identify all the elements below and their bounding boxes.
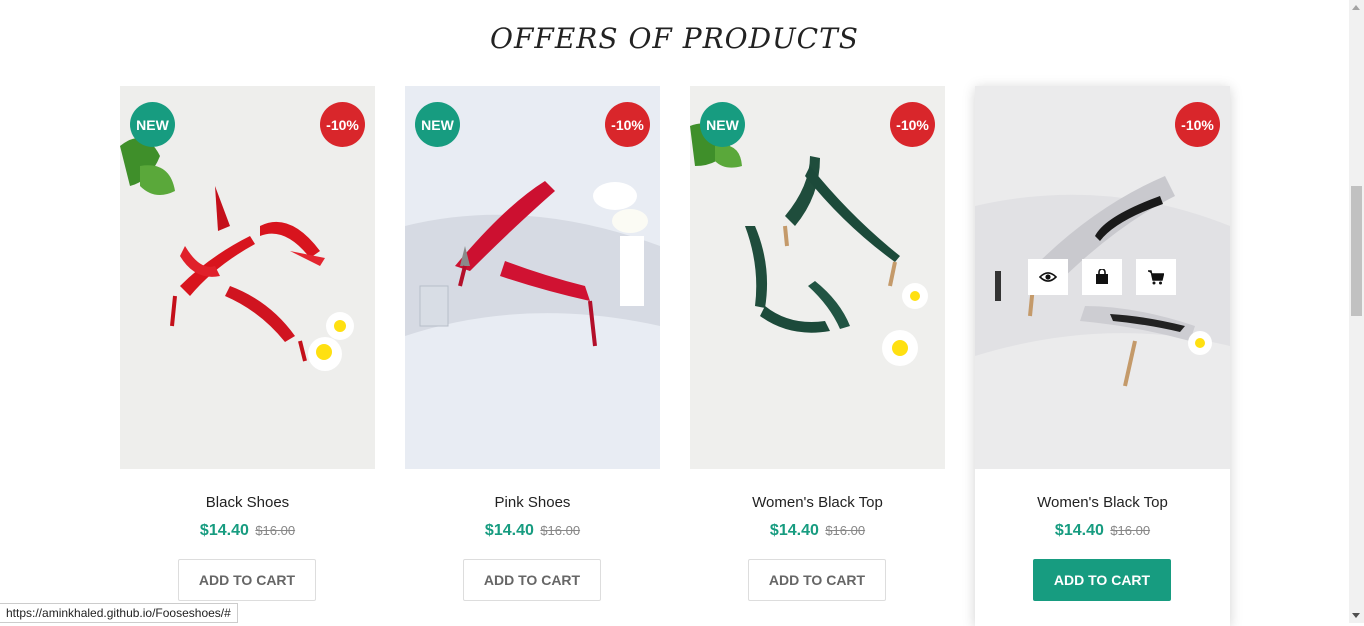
old-price: $16.00 <box>255 523 296 538</box>
discount-badge: -10% <box>890 102 935 147</box>
product-name[interactable]: Black Shoes <box>120 494 375 511</box>
cart-icon <box>1148 269 1164 285</box>
add-to-cart-button[interactable]: ADD TO CART <box>463 559 601 601</box>
product-image[interactable]: -10% <box>975 86 1230 469</box>
price-row: $14.40 $16.00 <box>120 522 375 540</box>
eye-icon <box>1039 271 1057 283</box>
new-badge: NEW <box>415 102 460 147</box>
product-price: $14.40 <box>769 522 819 539</box>
product-image[interactable]: NEW -10% <box>405 86 660 469</box>
hover-actions <box>1028 259 1176 295</box>
old-price: $16.00 <box>1110 523 1151 538</box>
cart-button[interactable] <box>1136 259 1176 295</box>
add-to-cart-button[interactable]: ADD TO CART <box>748 559 886 601</box>
scroll-down-arrow-icon[interactable] <box>1352 613 1360 618</box>
discount-badge: -10% <box>1175 102 1220 147</box>
product-name[interactable]: Women's Black Top <box>975 494 1230 511</box>
discount-badge: -10% <box>605 102 650 147</box>
old-price: $16.00 <box>825 523 866 538</box>
product-card[interactable]: NEW -10% Women's Black Top $14.40 $16.00… <box>690 86 945 626</box>
product-price: $14.40 <box>199 522 249 539</box>
product-name[interactable]: Pink Shoes <box>405 494 660 511</box>
shopping-bag-icon <box>1094 269 1110 285</box>
new-badge: NEW <box>130 102 175 147</box>
vertical-scrollbar[interactable] <box>1349 0 1364 623</box>
old-price: $16.00 <box>540 523 581 538</box>
product-card[interactable]: NEW -10% Pink Shoes $14.40 $16.00 ADD TO… <box>405 86 660 626</box>
product-price: $14.40 <box>1054 522 1104 539</box>
product-image[interactable]: NEW -10% <box>120 86 375 469</box>
section-title: OFFERS OF PRODUCTS <box>490 22 859 55</box>
shopping-bag-button[interactable] <box>1082 259 1122 295</box>
scrollbar-thumb[interactable] <box>1351 186 1362 316</box>
discount-badge: -10% <box>320 102 365 147</box>
price-row: $14.40 $16.00 <box>405 522 660 540</box>
new-badge: NEW <box>700 102 745 147</box>
product-image[interactable]: NEW -10% <box>690 86 945 469</box>
quick-view-button[interactable] <box>1028 259 1068 295</box>
scroll-up-arrow-icon[interactable] <box>1352 5 1360 10</box>
product-name[interactable]: Women's Black Top <box>690 494 945 511</box>
add-to-cart-button[interactable]: ADD TO CART <box>1033 559 1171 601</box>
add-to-cart-button[interactable]: ADD TO CART <box>178 559 316 601</box>
product-card[interactable]: NEW -10% Black Shoes $14.40 $16.00 ADD T… <box>120 86 375 626</box>
offers-page: OFFERS OF PRODUCTS NEW -10% Black Shoes … <box>0 0 1349 626</box>
price-row: $14.40 $16.00 <box>975 522 1230 540</box>
price-row: $14.40 $16.00 <box>690 522 945 540</box>
status-bar-url: https://aminkhaled.github.io/Fooseshoes/… <box>0 603 238 623</box>
product-card[interactable]: -10% Women's Black Top $14.40 $16.00 ADD… <box>975 86 1230 626</box>
product-price: $14.40 <box>484 522 534 539</box>
